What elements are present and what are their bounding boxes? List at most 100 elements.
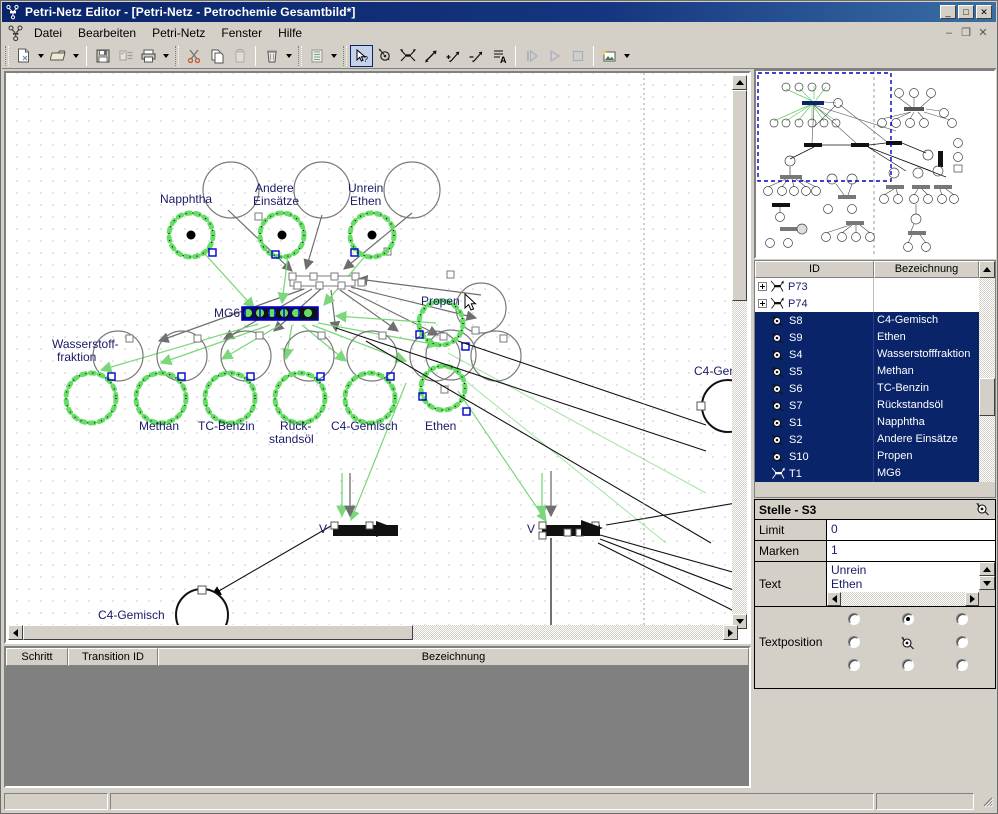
canvas-horizontal-scrollbar[interactable] (8, 625, 738, 640)
row-id-text: S7 (789, 399, 803, 412)
canvas-label-standsoel: standsöl (269, 432, 314, 446)
mdi-close-button[interactable]: ✕ (976, 26, 990, 40)
delete-dropdown-arrow[interactable] (283, 45, 295, 67)
table-row[interactable]: S2 Andere Einsätze (755, 431, 995, 448)
arc-tool-button[interactable] (419, 45, 442, 67)
scroll-left-button[interactable] (8, 625, 23, 640)
export-table-dropdown-arrow[interactable] (328, 45, 340, 67)
new-document-dropdown-arrow[interactable] (35, 45, 47, 67)
table-row[interactable]: S1 Napphtha (755, 414, 995, 431)
row-id-text: S5 (789, 365, 803, 378)
step-button[interactable] (520, 45, 543, 67)
menu-datei[interactable]: Datei (26, 24, 70, 42)
minimize-button[interactable]: _ (940, 5, 956, 19)
text-scroll-down-button[interactable] (979, 576, 995, 590)
table-row[interactable]: P73 (755, 278, 995, 295)
textposition-option-bottom-center[interactable] (902, 659, 914, 672)
expand-toggle-icon[interactable] (758, 299, 767, 308)
toolbar-grip[interactable] (5, 45, 9, 66)
textposition-option-bottom-left[interactable] (848, 659, 860, 672)
transition-tool-button[interactable] (396, 45, 419, 67)
text-scroll-up-button[interactable] (979, 562, 995, 576)
close-button[interactable]: ✕ (976, 5, 992, 19)
properties-button[interactable] (114, 45, 137, 67)
print-dropdown-arrow[interactable] (160, 45, 172, 67)
textposition-option-top-left[interactable] (848, 612, 860, 625)
textposition-option-middle-right[interactable] (956, 635, 968, 648)
column-header-schritt[interactable]: Schritt (6, 648, 68, 666)
resize-grip-icon[interactable] (980, 794, 994, 808)
row-label-cell: C4-Gemisch (877, 314, 939, 326)
table-row[interactable]: S10 Propen (755, 448, 995, 465)
textposition-option-top-center[interactable] (902, 612, 914, 625)
toolbar-grip-4[interactable] (343, 45, 347, 66)
vscroll-thumb[interactable] (732, 90, 747, 301)
select-tool-button[interactable]: ? (350, 44, 373, 67)
menu-bearbeiten[interactable]: Bearbeiten (70, 24, 144, 42)
petri-net-canvas[interactable]: Napphtha Andere Einsätze Unrein Ethen Pr… (6, 73, 735, 628)
row-label-cell: Andere Einsätze (877, 433, 958, 445)
object-table-vertical-scrollbar[interactable] (979, 278, 995, 482)
print-button[interactable] (137, 45, 160, 67)
image-export-dropdown-arrow[interactable] (621, 45, 633, 67)
table-row[interactable]: S7 Rückstandsöl (755, 397, 995, 414)
paste-button[interactable] (228, 45, 251, 67)
new-document-button[interactable] (12, 45, 35, 67)
textposition-option-middle-left[interactable] (848, 635, 860, 648)
open-document-dropdown-arrow[interactable] (70, 45, 82, 67)
textposition-option-top-right[interactable] (956, 612, 968, 625)
object-table-vscroll-thumb[interactable] (979, 378, 995, 416)
text-field-horizontal-scrollbar[interactable] (827, 592, 979, 606)
text-scroll-right-button[interactable] (965, 592, 979, 606)
expand-toggle-icon[interactable] (758, 282, 767, 291)
table-row[interactable]: S4 Wasserstofffraktion (755, 346, 995, 363)
table-row[interactable]: S6 TC-Benzin (755, 380, 995, 397)
textposition-option-bottom-right[interactable] (956, 659, 968, 672)
table-row[interactable]: S8 C4-Gemisch (755, 312, 995, 329)
image-export-button[interactable] (598, 45, 621, 67)
table-row[interactable]: S5 Methan (755, 363, 995, 380)
table-row[interactable]: P74 (755, 295, 995, 312)
table-row[interactable]: T1 MG6 (755, 465, 995, 482)
table-row[interactable]: S9 Ethen (755, 329, 995, 346)
scroll-up-button[interactable] (732, 75, 747, 90)
text-field-vertical-scrollbar[interactable] (979, 562, 995, 606)
canvas-vertical-scrollbar[interactable] (732, 75, 747, 629)
row-id-text: P74 (788, 297, 808, 310)
run-button[interactable] (543, 45, 566, 67)
delete-button[interactable] (260, 45, 283, 67)
toolbar-grip-2[interactable] (175, 45, 179, 66)
main-toolbar: ? A (2, 43, 996, 69)
place-tool-button[interactable] (373, 45, 396, 67)
mdi-minimize-button[interactable]: – (942, 26, 956, 40)
row-label-cell (874, 295, 995, 312)
simulation-log-body[interactable] (6, 666, 749, 786)
column-header-transition-id[interactable]: Transition ID (68, 648, 158, 666)
add-input-arc-button[interactable] (442, 45, 465, 67)
maximize-button[interactable]: □ (958, 5, 974, 19)
scroll-right-button[interactable] (723, 625, 738, 640)
export-table-button[interactable] (305, 45, 328, 67)
column-header-bezeichnung[interactable]: Bezeichnung (874, 261, 979, 278)
cut-button[interactable] (182, 45, 205, 67)
hscroll-thumb[interactable] (23, 625, 413, 640)
column-header-bezeichnung[interactable]: Bezeichnung (158, 648, 749, 666)
open-document-button[interactable] (47, 45, 70, 67)
menu-fenster[interactable]: Fenster (213, 24, 270, 42)
stop-button[interactable] (566, 45, 589, 67)
toolbar-grip-3[interactable] (298, 45, 302, 66)
limit-field[interactable]: 0 (827, 520, 995, 540)
mdi-restore-button[interactable]: ❐ (959, 26, 973, 40)
network-overview-minimap[interactable] (754, 69, 996, 259)
copy-button[interactable] (205, 45, 228, 67)
menu-hilfe[interactable]: Hilfe (270, 24, 310, 42)
text-scroll-left-button[interactable] (827, 592, 841, 606)
text-annotation-button[interactable]: A (488, 45, 511, 67)
object-table-scroll-up-button[interactable] (979, 261, 995, 278)
add-output-arc-button[interactable] (465, 45, 488, 67)
menu-petri-netz[interactable]: Petri-Netz (144, 24, 213, 42)
save-button[interactable] (91, 45, 114, 67)
marken-field[interactable]: 1 (827, 541, 995, 561)
text-hscroll-track[interactable] (841, 592, 965, 606)
column-header-id[interactable]: ID (755, 261, 874, 278)
